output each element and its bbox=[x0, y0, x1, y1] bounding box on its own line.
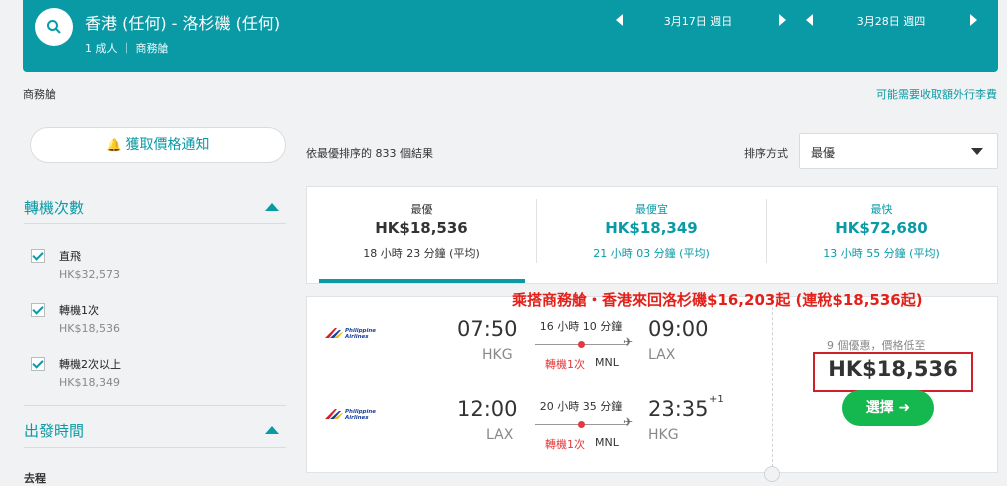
select-button[interactable]: 選擇 ➜ bbox=[842, 390, 934, 426]
result-count: 依最優排序的 833 個結果 bbox=[306, 147, 433, 160]
tab-fastest-duration: 13 小時 55 分鐘 (平均) bbox=[823, 247, 940, 260]
svg-text:Airlines: Airlines bbox=[344, 415, 369, 420]
philippine-airlines-logo: Philippine Airlines bbox=[325, 328, 376, 339]
svg-text:Airlines: Airlines bbox=[344, 334, 369, 339]
tab-best-name: 最優 bbox=[410, 203, 433, 216]
inbound-arrive-time: 23:35 bbox=[648, 397, 709, 421]
search-button[interactable] bbox=[35, 8, 73, 46]
stop-label-two-plus: 轉機2次以上 bbox=[59, 358, 121, 371]
filter-divider bbox=[24, 223, 286, 224]
card-divider bbox=[772, 297, 773, 472]
stop-label-one: 轉機1次 bbox=[59, 304, 99, 317]
stop-price-two-plus: HK$18,349 bbox=[59, 376, 120, 389]
tab-best-duration: 18 小時 23 分鐘 (平均) bbox=[363, 247, 480, 260]
inbound-depart-code: LAX bbox=[486, 427, 514, 443]
inbound-stops: 轉機1次 bbox=[545, 438, 585, 451]
return-date[interactable]: 3月28日 週四 bbox=[831, 13, 951, 29]
flight-result-card[interactable]: Philippine Airlines 07:50 HKG 16 小時 10 分… bbox=[306, 296, 998, 473]
price-alert-button[interactable]: 🔔 獲取價格通知 bbox=[30, 127, 286, 163]
philippine-airlines-logo: Philippine Airlines bbox=[325, 409, 376, 420]
tab-fastest-name: 最快 bbox=[870, 203, 893, 216]
chevron-down-icon bbox=[971, 148, 983, 155]
promo-banner-text: 乘搭商務艙・香港來回洛杉磯$16,203起 (連稅$18,536起) bbox=[512, 291, 923, 309]
sort-tabs: 最優 HK$18,536 18 小時 23 分鐘 (平均) 最便宜 HK$18,… bbox=[306, 186, 998, 284]
price-highlight: HK$18,536 bbox=[813, 352, 973, 392]
outbound-arrive-code: LAX bbox=[648, 347, 676, 363]
depart-next-icon[interactable] bbox=[779, 14, 786, 26]
outbound-depart-time: 07:50 bbox=[457, 317, 518, 341]
stop-price-one: HK$18,536 bbox=[59, 322, 120, 335]
sort-dropdown[interactable]: 最優 bbox=[799, 133, 998, 169]
departure-filter-title[interactable]: 出發時間 bbox=[24, 420, 84, 441]
outbound-via: MNL bbox=[595, 356, 619, 369]
depart-prev-icon[interactable] bbox=[616, 14, 623, 26]
outbound-stop-dot bbox=[578, 341, 585, 348]
return-prev-icon[interactable] bbox=[806, 14, 813, 26]
stops-checkbox-two-plus[interactable] bbox=[31, 357, 45, 371]
chevron-up-icon[interactable] bbox=[265, 203, 279, 211]
inbound-via: MNL bbox=[595, 436, 619, 449]
plane-icon: ✈ bbox=[623, 415, 634, 429]
tab-cheapest-duration: 21 小時 03 分鐘 (平均) bbox=[593, 247, 710, 260]
chevron-up-icon[interactable] bbox=[265, 426, 279, 434]
stops-checkbox-one[interactable] bbox=[31, 303, 45, 317]
card-notch bbox=[764, 466, 780, 482]
outbound-arrive-time: 09:00 bbox=[648, 317, 709, 341]
tab-fastest[interactable]: 最快 HK$72,680 13 小時 55 分鐘 (平均) bbox=[767, 187, 996, 283]
outbound-duration: 16 小時 10 分鐘 bbox=[539, 320, 623, 333]
search-icon bbox=[47, 20, 61, 34]
inbound-stop-dot bbox=[578, 421, 585, 428]
inbound-depart-time: 12:00 bbox=[457, 397, 518, 421]
card-price: HK$18,536 bbox=[828, 357, 958, 381]
tab-cheapest-name: 最便宜 bbox=[635, 203, 668, 216]
tab-best[interactable]: 最優 HK$18,536 18 小時 23 分鐘 (平均) bbox=[307, 187, 536, 283]
sort-label: 排序方式 bbox=[744, 147, 788, 160]
stops-filter-title[interactable]: 轉機次數 bbox=[24, 197, 84, 218]
offers-count: 9 個優惠，價格低至 bbox=[827, 339, 926, 352]
search-header: 香港 (任何) - 洛杉磯 (任何) 1 成人 ｜ 商務艙 3月17日 週日 3… bbox=[23, 0, 998, 72]
tab-best-price: HK$18,536 bbox=[375, 219, 468, 237]
return-next-icon[interactable] bbox=[970, 14, 977, 26]
active-tab-indicator bbox=[319, 279, 525, 283]
plane-icon: ✈ bbox=[623, 335, 634, 349]
depart-date[interactable]: 3月17日 週日 bbox=[638, 13, 758, 29]
next-day-indicator: +1 bbox=[709, 394, 724, 405]
route-text[interactable]: 香港 (任何) - 洛杉磯 (任何) bbox=[85, 10, 280, 34]
filter-divider bbox=[24, 405, 286, 406]
inbound-duration: 20 小時 35 分鐘 bbox=[539, 400, 623, 413]
outbound-depart-code: HKG bbox=[482, 347, 513, 363]
passenger-cabin-text[interactable]: 1 成人 ｜ 商務艙 bbox=[85, 40, 169, 56]
sort-value: 最優 bbox=[811, 146, 836, 160]
outbound-stops: 轉機1次 bbox=[545, 358, 585, 371]
bell-icon: 🔔 bbox=[106, 138, 122, 152]
departure-outbound-label: 去程 bbox=[24, 472, 46, 485]
baggage-fees-link[interactable]: 可能需要收取額外行李費 bbox=[876, 86, 997, 102]
tab-cheapest-price: HK$18,349 bbox=[605, 219, 698, 237]
cabin-label: 商務艙 bbox=[23, 88, 56, 101]
stop-label-direct: 直飛 bbox=[59, 250, 81, 263]
filter-divider bbox=[24, 447, 286, 448]
inbound-arrive-code: HKG bbox=[648, 427, 679, 443]
stops-checkbox-direct[interactable] bbox=[31, 249, 45, 263]
stop-price-direct: HK$32,573 bbox=[59, 268, 120, 281]
tab-cheapest[interactable]: 最便宜 HK$18,349 21 小時 03 分鐘 (平均) bbox=[537, 187, 766, 283]
tab-fastest-price: HK$72,680 bbox=[835, 219, 928, 237]
price-alert-label: 獲取價格通知 bbox=[125, 137, 210, 153]
